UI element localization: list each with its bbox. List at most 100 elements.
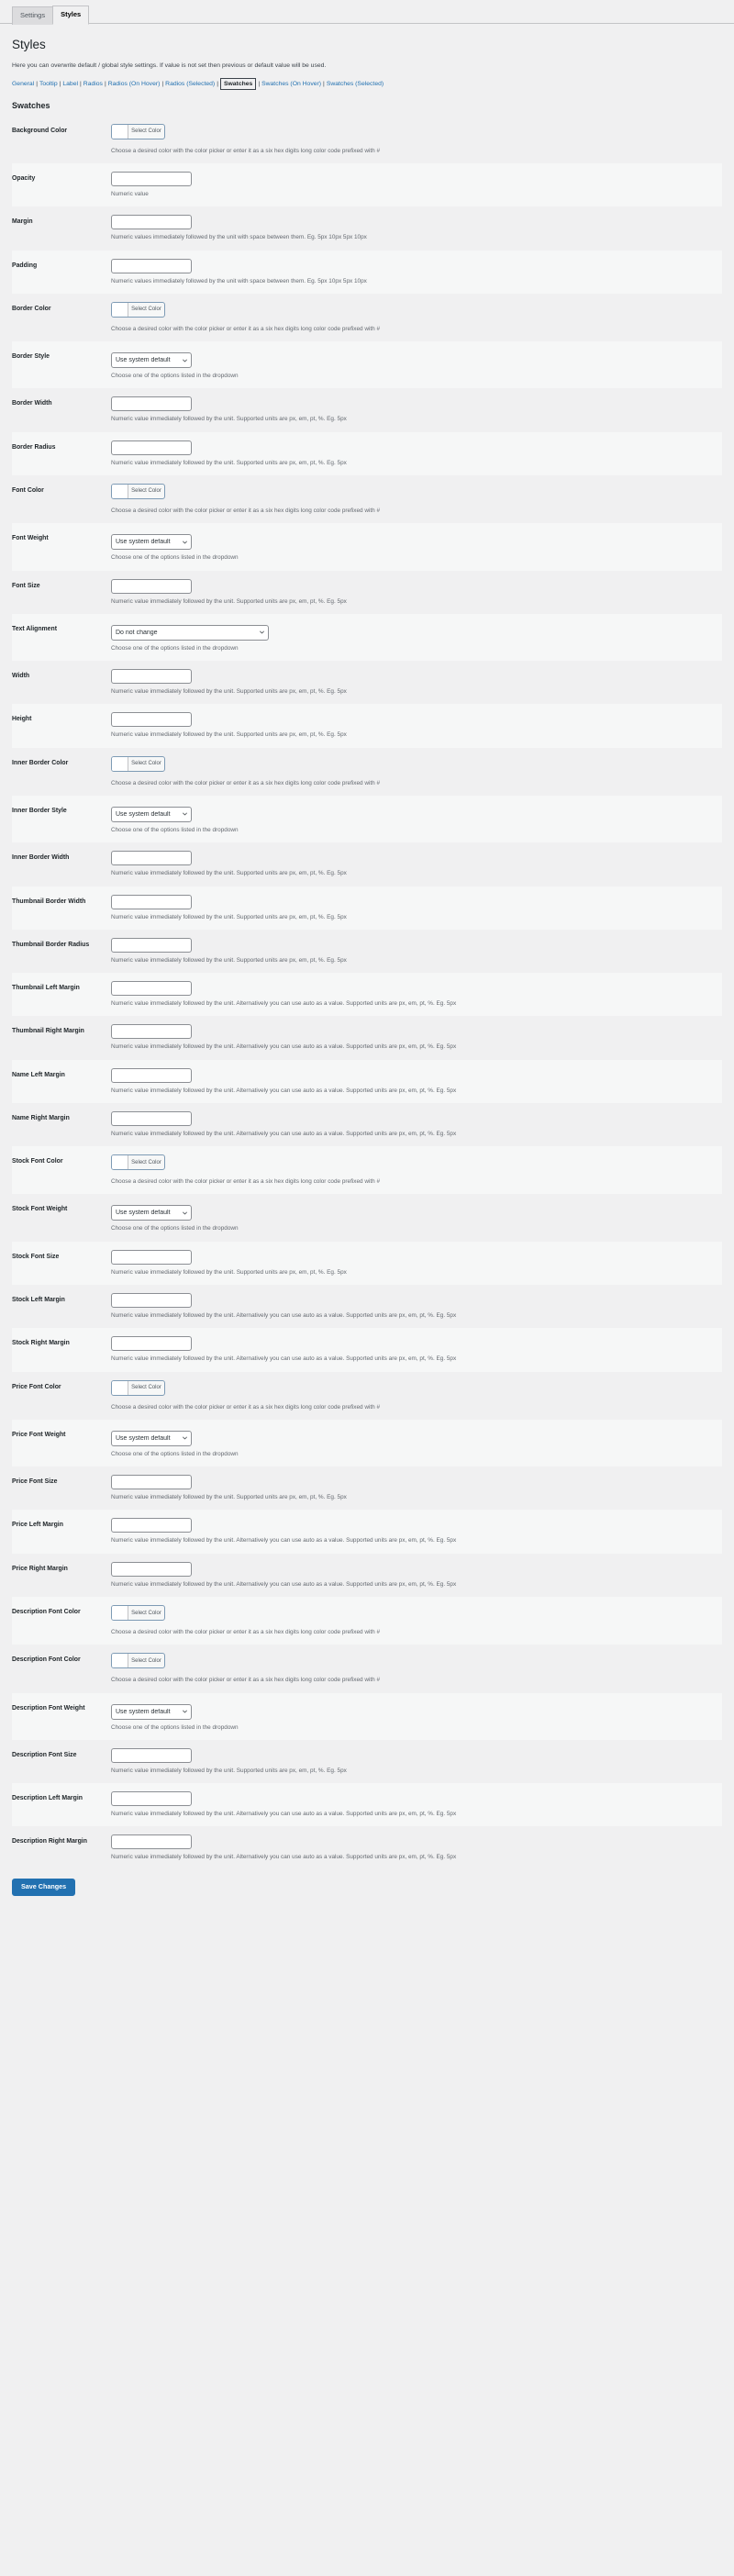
help-text-font-size: Numeric value immediately followed by th…	[111, 597, 347, 605]
input-price-right-margin[interactable]	[111, 1561, 192, 1577]
field-cell-thumbnail-border-radius: Numeric value immediately followed by th…	[111, 930, 722, 973]
select-stock-font-weight[interactable]: Use system default	[111, 1205, 192, 1221]
subnav-current-swatches: Swatches	[219, 77, 257, 90]
subnav-link-radios-on-hover[interactable]: Radios (On Hover)	[108, 81, 161, 87]
input-description-left-margin[interactable]	[111, 1791, 192, 1807]
select-color-button-inner-border-color[interactable]: Select Color	[111, 755, 165, 772]
form-row-inner-border-width: Inner Border Width Numeric value immediat…	[12, 842, 722, 886]
help-text-description-font-weight: Choose one of the options listed in the …	[111, 1723, 239, 1731]
help-text-inner-border-width: Numeric value immediately followed by th…	[111, 870, 347, 877]
help-text-border-color: Choose a desired color with the color pi…	[111, 325, 381, 332]
input-description-right-margin[interactable]	[111, 1834, 192, 1850]
select-wrapper-stock-font-weight: Use system default	[111, 1205, 192, 1221]
form-row-price-font-size: Price Font Size Numeric value immediately…	[12, 1466, 722, 1510]
label-inner-border-color: Inner Border Color	[12, 759, 69, 766]
select-price-font-weight[interactable]: Use system default	[111, 1430, 192, 1446]
input-font-size[interactable]	[111, 578, 192, 594]
help-text-font-weight: Choose one of the options listed in the …	[111, 554, 239, 562]
select-color-button-background-color[interactable]: Select Color	[111, 123, 165, 139]
help-text-description-font-color: Choose a desired color with the color pi…	[111, 1629, 381, 1636]
help-text-thumbnail-right-margin: Numeric value immediately followed by th…	[111, 1043, 457, 1051]
label-background-color: Background Color	[12, 127, 68, 134]
page-intro-text: Here you can overwrite default / global …	[12, 61, 327, 69]
select-color-button-font-color[interactable]: Select Color	[111, 483, 165, 499]
select-inner-border-style[interactable]: Use system default	[111, 806, 192, 822]
select-text-alignment[interactable]: Do not change	[111, 624, 269, 641]
subnav-link-radios[interactable]: Radios	[83, 81, 103, 87]
field-cell-description-left-margin: Numeric value immediately followed by th…	[111, 1783, 722, 1826]
form-row-stock-left-margin: Stock Left Margin Numeric value immediate…	[12, 1285, 722, 1328]
input-margin[interactable]	[111, 215, 192, 230]
subnav-link-swatches-selected[interactable]: Swatches (Selected)	[327, 81, 384, 87]
form-row-padding: Padding Numeric values immediately follow…	[12, 250, 722, 294]
form-row-margin: Margin Numeric values immediately followe…	[12, 206, 722, 250]
help-text-price-right-margin: Numeric value immediately followed by th…	[111, 1580, 457, 1588]
form-row-price-font-color: Price Font Color Select Color Choose a des…	[12, 1372, 722, 1420]
color-swatch-preview[interactable]	[112, 1654, 128, 1668]
help-text-price-left-margin: Numeric value immediately followed by th…	[111, 1537, 457, 1544]
input-stock-font-size[interactable]	[111, 1249, 192, 1265]
color-swatch-preview[interactable]	[112, 302, 128, 317]
form-row-price-font-weight: Price Font Weight Use system default Choos…	[12, 1419, 722, 1467]
input-height[interactable]	[111, 712, 192, 728]
color-swatch-preview[interactable]	[112, 124, 128, 139]
select-wrapper-border-style: Use system default	[111, 352, 192, 369]
subnav-link-tooltip[interactable]: Tooltip	[39, 81, 58, 87]
select-color-button-border-color[interactable]: Select Color	[111, 301, 165, 318]
subnav-link-swatches-on-hover[interactable]: Swatches (On Hover)	[261, 81, 321, 87]
field-cell-thumbnail-right-margin: Numeric value immediately followed by th…	[111, 1016, 722, 1059]
input-inner-border-width[interactable]	[111, 851, 192, 866]
color-swatch-preview[interactable]	[112, 1606, 128, 1621]
input-thumbnail-border-radius[interactable]	[111, 937, 192, 953]
help-text-description-font-color: Choose a desired color with the color pi…	[111, 1677, 381, 1684]
select-description-font-weight[interactable]: Use system default	[111, 1703, 192, 1720]
color-swatch-preview[interactable]	[112, 1155, 128, 1170]
subnav-link-general[interactable]: General	[12, 81, 34, 87]
form-row-thumbnail-right-margin: Thumbnail Right Margin Numeric value imme…	[12, 1016, 722, 1059]
select-color-button-description-font-color[interactable]: Select Color	[111, 1653, 165, 1669]
input-price-font-size[interactable]	[111, 1475, 192, 1490]
input-name-right-margin[interactable]	[111, 1110, 192, 1126]
field-cell-stock-font-size: Numeric value immediately followed by th…	[111, 1242, 722, 1285]
color-swatch-preview[interactable]	[112, 484, 128, 498]
select-border-style[interactable]: Use system default	[111, 352, 192, 369]
label-opacity: Opacity	[12, 175, 36, 183]
select-color-button-price-font-color[interactable]: Select Color	[111, 1379, 165, 1396]
help-text-stock-font-weight: Choose one of the options listed in the …	[111, 1225, 239, 1232]
subnav-link-radios-selected[interactable]: Radios (Selected)	[165, 81, 215, 87]
form-row-border-radius: Border Radius Numeric value immediately f…	[12, 431, 722, 475]
label-thumbnail-border-width: Thumbnail Border Width	[12, 898, 86, 905]
help-text-stock-font-size: Numeric value immediately followed by th…	[111, 1268, 347, 1276]
input-stock-left-margin[interactable]	[111, 1293, 192, 1309]
color-swatch-preview[interactable]	[112, 1380, 128, 1395]
input-opacity[interactable]	[111, 172, 192, 187]
input-price-left-margin[interactable]	[111, 1518, 192, 1533]
select-color-button-description-font-color[interactable]: Select Color	[111, 1605, 165, 1622]
label-stock-right-margin: Stock Right Margin	[12, 1340, 70, 1347]
label-padding: Padding	[12, 262, 38, 269]
input-border-radius[interactable]	[111, 440, 192, 455]
label-height: Height	[12, 716, 32, 723]
save-changes-button[interactable]: Save Changes	[12, 1878, 76, 1897]
input-stock-right-margin[interactable]	[111, 1336, 192, 1352]
select-color-label: Select Color	[131, 1657, 161, 1664]
tab-settings[interactable]: Settings	[12, 6, 54, 25]
color-swatch-preview[interactable]	[112, 756, 128, 771]
tab-styles[interactable]: Styles	[52, 6, 90, 25]
label-description-font-weight: Description Font Weight	[12, 1704, 85, 1712]
label-margin: Margin	[12, 218, 33, 226]
input-border-width[interactable]	[111, 396, 192, 412]
input-name-left-margin[interactable]	[111, 1067, 192, 1083]
input-description-font-size[interactable]	[111, 1747, 192, 1763]
select-font-weight[interactable]: Use system default	[111, 534, 192, 551]
label-price-left-margin: Price Left Margin	[12, 1522, 63, 1529]
input-thumbnail-border-width[interactable]	[111, 894, 192, 909]
input-padding[interactable]	[111, 258, 192, 273]
select-color-button-stock-font-color[interactable]: Select Color	[111, 1154, 165, 1171]
form-row-description-left-margin: Description Left Margin Numeric value imm…	[12, 1783, 722, 1827]
input-thumbnail-right-margin[interactable]	[111, 1024, 192, 1040]
input-width[interactable]	[111, 669, 192, 685]
form-row-inner-border-style: Inner Border Style Use system default Choo…	[12, 795, 722, 843]
subnav-link-label[interactable]: Label	[62, 81, 78, 87]
input-thumbnail-left-margin[interactable]	[111, 981, 192, 997]
